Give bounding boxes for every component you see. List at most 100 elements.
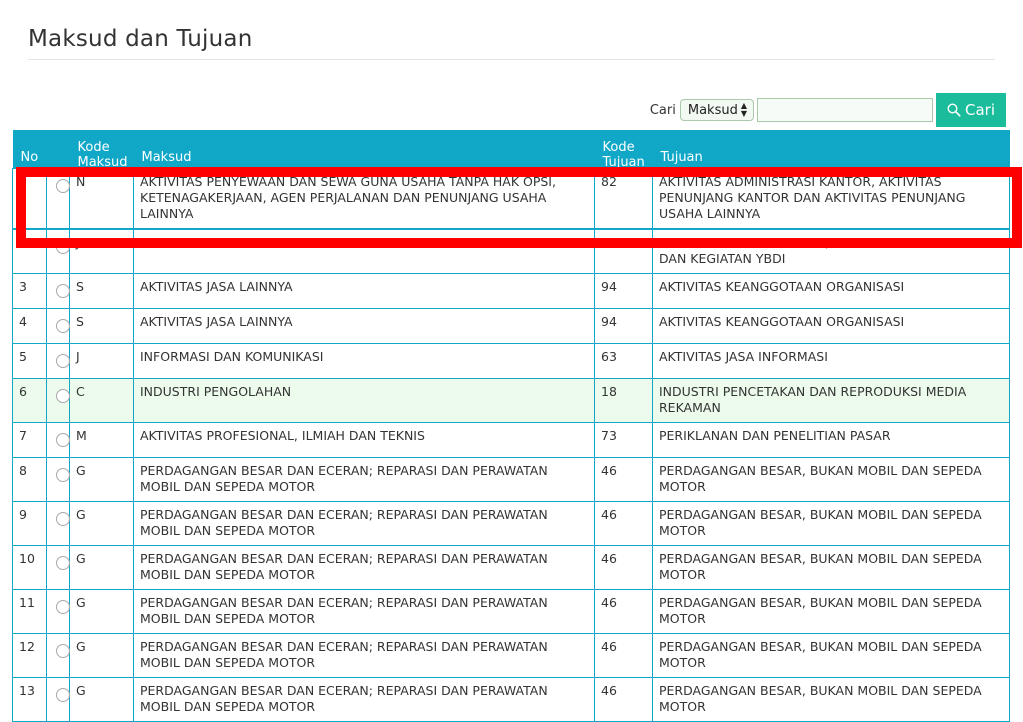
cell-kode-maksud: C	[69, 378, 134, 423]
cell-maksud: PERDAGANGAN BESAR DAN ECERAN; REPARASI D…	[133, 457, 595, 502]
cell-maksud: AKTIVITAS PROFESIONAL, ILMIAH DAN TEKNIS	[133, 422, 595, 458]
cell-maksud: INFORMASI DAN KOMUNIKASI	[133, 228, 595, 274]
row-radio[interactable]	[56, 512, 70, 526]
cell-tujuan: AKTIVITAS KEANGGOTAAN ORGANISASI	[652, 308, 1010, 344]
table-row[interactable]: 8 G PERDAGANGAN BESAR DAN ECERAN; REPARA…	[12, 457, 1010, 502]
cell-tujuan: PERDAGANGAN BESAR, BUKAN MOBIL DAN SEPED…	[652, 589, 1010, 634]
row-radio[interactable]	[56, 688, 70, 702]
cell-tujuan: PERIKLANAN DAN PENELITIAN PASAR	[652, 422, 1010, 458]
cell-select[interactable]	[46, 273, 70, 309]
table-header-row: No Kode Maksud Maksud Kode Tujuan Tujuan	[12, 130, 1010, 169]
cell-kode-tujuan: 46	[594, 457, 653, 502]
cell-no: 13	[12, 677, 47, 722]
cell-no: 6	[12, 378, 47, 423]
table-row[interactable]: 7 M AKTIVITAS PROFESIONAL, ILMIAH DAN TE…	[12, 422, 1010, 458]
cell-kode-tujuan: 82	[594, 168, 653, 230]
cell-tujuan: AKTIVITAS KEANGGOTAAN ORGANISASI	[652, 273, 1010, 309]
header-kode-maksud[interactable]: Kode Maksud	[69, 130, 134, 169]
cell-select[interactable]	[46, 545, 70, 590]
header-maksud[interactable]: Maksud	[133, 130, 595, 169]
cell-select[interactable]	[46, 589, 70, 634]
table-row[interactable]: 6 C INDUSTRI PENGOLAHAN 18 INDUSTRI PENC…	[12, 378, 1010, 423]
cell-no: 4	[12, 308, 47, 344]
table-row[interactable]: 1 N AKTIVITAS PENYEWAAN DAN SEWA GUNA US…	[12, 168, 1010, 230]
cell-no: 10	[12, 545, 47, 590]
cell-select[interactable]	[46, 228, 70, 274]
header-kode-tujuan[interactable]: Kode Tujuan	[594, 130, 653, 169]
cell-tujuan: PERDAGANGAN BESAR, BUKAN MOBIL DAN SEPED…	[652, 501, 1010, 546]
header-no[interactable]: No	[12, 130, 47, 169]
cell-select[interactable]	[46, 633, 70, 678]
table-row[interactable]: 4 S AKTIVITAS JASA LAINNYA 94 AKTIVITAS …	[12, 308, 1010, 344]
cell-kode-tujuan: 62	[594, 228, 653, 274]
cell-select[interactable]	[46, 422, 70, 458]
cell-maksud: AKTIVITAS JASA LAINNYA	[133, 273, 595, 309]
maksud-tujuan-table: No Kode Maksud Maksud Kode Tujuan Tujuan 1…	[12, 130, 1010, 722]
select-arrows-icon: ▲ ▼	[740, 101, 747, 118]
row-radio[interactable]	[56, 644, 70, 658]
row-radio[interactable]	[56, 556, 70, 570]
cell-tujuan: PERDAGANGAN BESAR, BUKAN MOBIL DAN SEPED…	[652, 633, 1010, 678]
table-row[interactable]: 5 J INFORMASI DAN KOMUNIKASI 63 AKTIVITA…	[12, 343, 1010, 379]
cell-kode-maksud: G	[69, 677, 134, 722]
table-row[interactable]: 13 G PERDAGANGAN BESAR DAN ECERAN; REPAR…	[12, 677, 1010, 722]
cell-select[interactable]	[46, 343, 70, 379]
table-row[interactable]: 3 S AKTIVITAS JASA LAINNYA 94 AKTIVITAS …	[12, 273, 1010, 309]
cell-select[interactable]	[46, 677, 70, 722]
search-field-select[interactable]: Maksud ▲ ▼	[679, 99, 754, 121]
cell-kode-tujuan: 94	[594, 308, 653, 344]
cell-kode-maksud: N	[69, 168, 134, 230]
cell-no: 9	[12, 501, 47, 546]
cell-no: 5	[12, 343, 47, 379]
cell-maksud: INDUSTRI PENGOLAHAN	[133, 378, 595, 423]
table-row[interactable]: 12 G PERDAGANGAN BESAR DAN ECERAN; REPAR…	[12, 633, 1010, 678]
cell-tujuan: AKTIVITAS ADMINISTRASI KANTOR, AKTIVITAS…	[652, 168, 1010, 230]
cell-kode-tujuan: 46	[594, 501, 653, 546]
table-row[interactable]: 11 G PERDAGANGAN BESAR DAN ECERAN; REPAR…	[12, 589, 1010, 634]
header-tujuan[interactable]: Tujuan	[652, 130, 1010, 169]
row-radio[interactable]	[56, 284, 70, 298]
search-bar: Cari Maksud ▲ ▼ Cari	[650, 93, 1006, 127]
cell-kode-maksud: G	[69, 457, 134, 502]
cell-tujuan: AKTIVITAS PEMROGRAMAN, KONSULTASI KOMPUT…	[652, 228, 1010, 274]
table-row[interactable]: 2 J INFORMASI DAN KOMUNIKASI 62 AKTIVITA…	[12, 228, 1010, 274]
cell-maksud: AKTIVITAS JASA LAINNYA	[133, 308, 595, 344]
row-radio[interactable]	[56, 600, 70, 614]
search-button[interactable]: Cari	[936, 93, 1006, 127]
cell-select[interactable]	[46, 501, 70, 546]
search-button-label: Cari	[965, 101, 995, 119]
cell-select[interactable]	[46, 457, 70, 502]
cell-tujuan: PERDAGANGAN BESAR, BUKAN MOBIL DAN SEPED…	[652, 545, 1010, 590]
row-radio[interactable]	[56, 389, 70, 403]
cell-no: 12	[12, 633, 47, 678]
row-radio[interactable]	[56, 433, 70, 447]
cell-maksud: PERDAGANGAN BESAR DAN ECERAN; REPARASI D…	[133, 589, 595, 634]
cell-no: 3	[12, 273, 47, 309]
row-radio[interactable]	[56, 354, 70, 368]
cell-select[interactable]	[46, 308, 70, 344]
title-divider	[28, 59, 995, 60]
cell-select[interactable]	[46, 168, 70, 230]
cell-maksud: PERDAGANGAN BESAR DAN ECERAN; REPARASI D…	[133, 545, 595, 590]
cell-kode-tujuan: 46	[594, 545, 653, 590]
cell-no: 8	[12, 457, 47, 502]
cell-tujuan: INDUSTRI PENCETAKAN DAN REPRODUKSI MEDIA…	[652, 378, 1010, 423]
row-radio[interactable]	[56, 319, 70, 333]
cell-kode-maksud: G	[69, 545, 134, 590]
cell-kode-tujuan: 94	[594, 273, 653, 309]
table-row[interactable]: 9 G PERDAGANGAN BESAR DAN ECERAN; REPARA…	[12, 501, 1010, 546]
cell-tujuan: AKTIVITAS JASA INFORMASI	[652, 343, 1010, 379]
header-select	[46, 130, 70, 169]
cell-kode-tujuan: 63	[594, 343, 653, 379]
search-input[interactable]	[757, 98, 933, 122]
cell-kode-maksud: M	[69, 422, 134, 458]
cell-select[interactable]	[46, 378, 70, 423]
row-radio[interactable]	[56, 179, 70, 193]
page-title: Maksud dan Tujuan	[28, 26, 253, 52]
cell-no: 7	[12, 422, 47, 458]
cell-no: 11	[12, 589, 47, 634]
row-radio[interactable]	[56, 468, 70, 482]
row-radio[interactable]	[56, 240, 70, 254]
table-row[interactable]: 10 G PERDAGANGAN BESAR DAN ECERAN; REPAR…	[12, 545, 1010, 590]
cell-kode-maksud: J	[69, 228, 134, 274]
